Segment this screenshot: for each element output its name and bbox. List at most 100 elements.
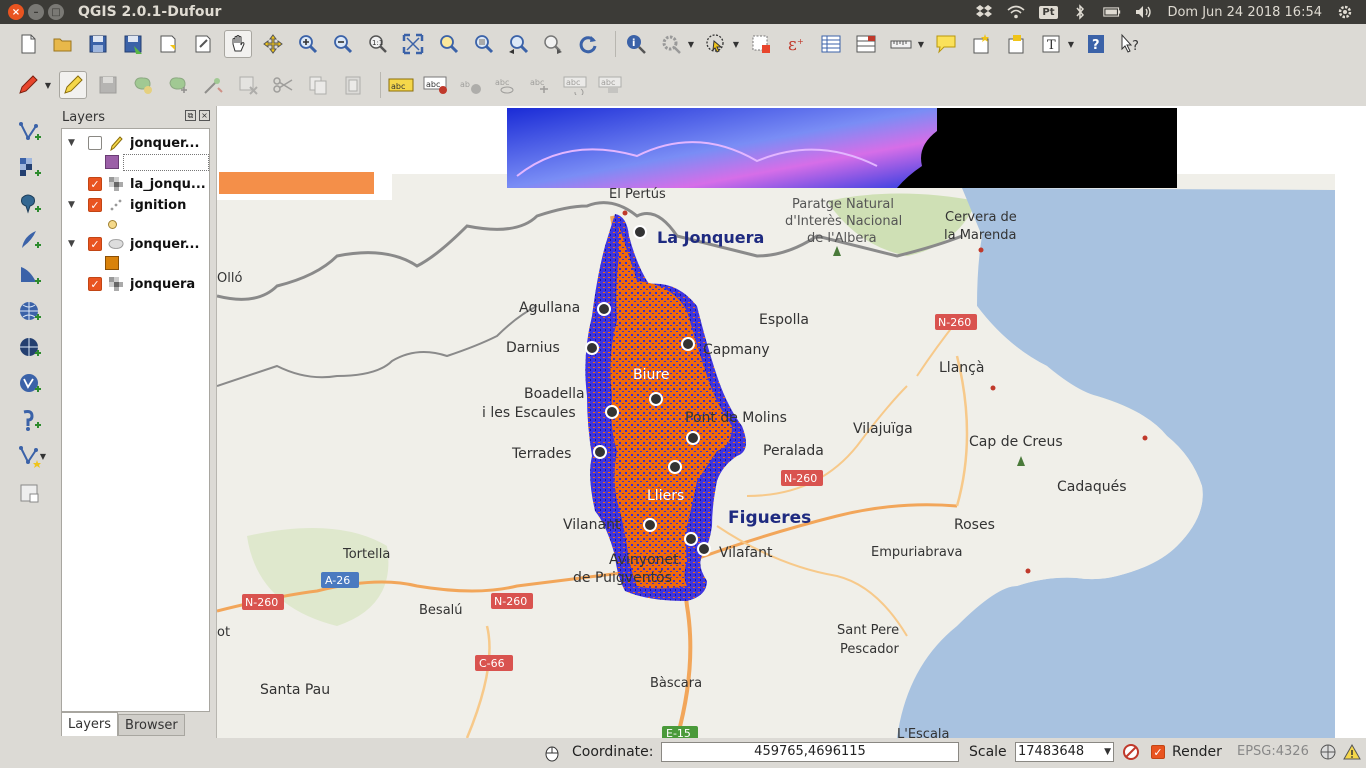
statistics-button[interactable] <box>852 30 880 58</box>
add-delimited-text-layer-button[interactable] <box>16 406 44 434</box>
close-window-button[interactable]: × <box>8 4 24 20</box>
new-layer-dropdown[interactable]: ▼ <box>38 442 48 470</box>
measure-line-button[interactable] <box>887 30 915 58</box>
zoom-to-layer-button[interactable] <box>469 30 497 58</box>
map-tips-button[interactable] <box>932 30 960 58</box>
expand-arrow-icon[interactable]: ▼ <box>68 138 78 148</box>
clock[interactable]: Dom Jun 24 2018 16:54 <box>1167 5 1322 20</box>
warning-icon[interactable] <box>1343 743 1361 761</box>
layer-row[interactable]: ▼ ✓ ignition <box>62 195 209 215</box>
input-method-icon[interactable]: Pt <box>1039 4 1058 20</box>
add-vector-layer-button[interactable] <box>16 118 44 146</box>
zoom-in-button[interactable] <box>294 30 322 58</box>
layer-visibility-checkbox[interactable]: ✓ <box>88 198 102 212</box>
tab-browser[interactable]: Browser <box>118 714 185 736</box>
save-project-button[interactable] <box>84 30 112 58</box>
zoom-actual-size-button[interactable]: 1:1 <box>364 30 392 58</box>
identify-button[interactable]: i <box>622 30 650 58</box>
zoom-to-selection-button[interactable] <box>434 30 462 58</box>
label-change-button[interactable]: abc <box>597 71 625 99</box>
new-project-button[interactable] <box>14 30 42 58</box>
deselect-features-button[interactable] <box>747 30 775 58</box>
crs-status[interactable]: EPSG:4326 <box>1237 744 1309 759</box>
open-project-button[interactable] <box>49 30 77 58</box>
label-rotate-button[interactable]: abc <box>562 71 590 99</box>
save-as-button[interactable] <box>119 30 147 58</box>
add-wcs-layer-button[interactable] <box>16 334 44 362</box>
text-annotation-button[interactable]: T <box>1037 30 1065 58</box>
open-attribute-table-button[interactable] <box>817 30 845 58</box>
close-panel-icon[interactable]: × <box>199 110 210 121</box>
bluetooth-icon[interactable] <box>1071 4 1089 20</box>
paste-features-button[interactable] <box>339 71 367 99</box>
stop-render-icon[interactable] <box>1122 743 1140 761</box>
pan-map-button[interactable] <box>224 30 252 58</box>
pan-to-selection-button[interactable] <box>259 30 287 58</box>
new-bookmark-button[interactable] <box>967 30 995 58</box>
measure-dropdown[interactable]: ▼ <box>916 30 926 58</box>
expand-arrow-icon[interactable]: ▼ <box>68 239 78 249</box>
zoom-next-button[interactable] <box>539 30 567 58</box>
layer-row[interactable]: ▼ ✓ jonquer... <box>62 234 209 254</box>
settings-gear-icon[interactable] <box>1336 4 1354 20</box>
layer-visibility-checkbox[interactable]: ✓ <box>88 177 102 191</box>
refresh-button[interactable] <box>574 30 602 58</box>
coordinate-field[interactable]: 459765,4696115 <box>661 742 959 762</box>
zoom-last-button[interactable] <box>504 30 532 58</box>
move-feature-button[interactable] <box>164 71 192 99</box>
select-dropdown[interactable]: ▼ <box>731 30 741 58</box>
volume-icon[interactable] <box>1135 4 1153 20</box>
field-calculator-button[interactable]: ε + <box>782 30 810 58</box>
delete-selected-button[interactable] <box>234 71 262 99</box>
layer-tree[interactable]: ▼ jonquer... ✓ la_jonqu... ▼ ✓ ignition <box>61 128 210 712</box>
map-canvas[interactable]: N-260 N-260 N-260 N-260 A-26 C-66 E-15 E… <box>216 106 1366 738</box>
action-dropdown[interactable]: ▼ <box>686 30 696 58</box>
action-button[interactable] <box>657 30 685 58</box>
layer-row[interactable]: ✓ jonquera <box>62 274 209 294</box>
add-feature-button[interactable] <box>129 71 157 99</box>
add-gps-layer-button[interactable] <box>16 480 44 508</box>
current-edits-button[interactable] <box>14 71 42 99</box>
zoom-out-button[interactable] <box>329 30 357 58</box>
projection-globe-icon[interactable] <box>1319 743 1337 761</box>
add-spatialite-layer-button[interactable] <box>16 226 44 254</box>
layer-visibility-checkbox[interactable]: ✓ <box>88 277 102 291</box>
wifi-icon[interactable] <box>1007 4 1025 20</box>
copy-features-button[interactable] <box>304 71 332 99</box>
minimize-window-button[interactable]: – <box>28 4 44 20</box>
mouse-coordinates-icon[interactable] <box>543 744 561 762</box>
expand-arrow-icon[interactable]: ▼ <box>68 200 78 210</box>
layer-visibility-checkbox[interactable] <box>88 136 102 150</box>
label-pin-button[interactable]: abc <box>422 71 450 99</box>
help-button[interactable]: ? <box>1082 30 1110 58</box>
whats-this-button[interactable]: ? <box>1117 30 1145 58</box>
add-postgis-layer-button[interactable] <box>16 190 44 218</box>
add-raster-layer-button[interactable] <box>16 154 44 182</box>
toggle-editing-button[interactable] <box>59 71 87 99</box>
show-bookmarks-button[interactable] <box>1002 30 1030 58</box>
current-edits-dropdown[interactable]: ▼ <box>43 71 53 99</box>
maximize-window-button[interactable]: □ <box>48 4 64 20</box>
layer-row[interactable]: ▼ jonquer... <box>62 133 209 153</box>
label-highlight-button[interactable]: ab <box>457 71 485 99</box>
render-checkbox[interactable]: ✓ <box>1151 745 1165 759</box>
add-mssql-layer-button[interactable] <box>16 262 44 290</box>
annotation-dropdown[interactable]: ▼ <box>1066 30 1076 58</box>
select-features-button[interactable] <box>702 30 730 58</box>
label-show-hide-button[interactable]: abc <box>492 71 520 99</box>
float-panel-icon[interactable]: ⧉ <box>185 110 196 121</box>
node-tool-button[interactable] <box>199 71 227 99</box>
scale-combobox[interactable]: 17483648 ▼ <box>1015 742 1114 762</box>
composer-manager-button[interactable] <box>189 30 217 58</box>
cut-features-button[interactable] <box>269 71 297 99</box>
layer-visibility-checkbox[interactable]: ✓ <box>88 237 102 251</box>
tab-layers[interactable]: Layers <box>61 712 119 736</box>
battery-icon[interactable] <box>1103 4 1121 20</box>
zoom-full-button[interactable] <box>399 30 427 58</box>
save-layer-edits-button[interactable] <box>94 71 122 99</box>
new-print-composer-button[interactable] <box>154 30 182 58</box>
chevron-down-icon[interactable]: ▼ <box>1104 743 1111 761</box>
add-wms-layer-button[interactable] <box>16 298 44 326</box>
add-wfs-layer-button[interactable] <box>16 370 44 398</box>
layer-row[interactable]: ✓ la_jonqu... <box>62 174 209 194</box>
